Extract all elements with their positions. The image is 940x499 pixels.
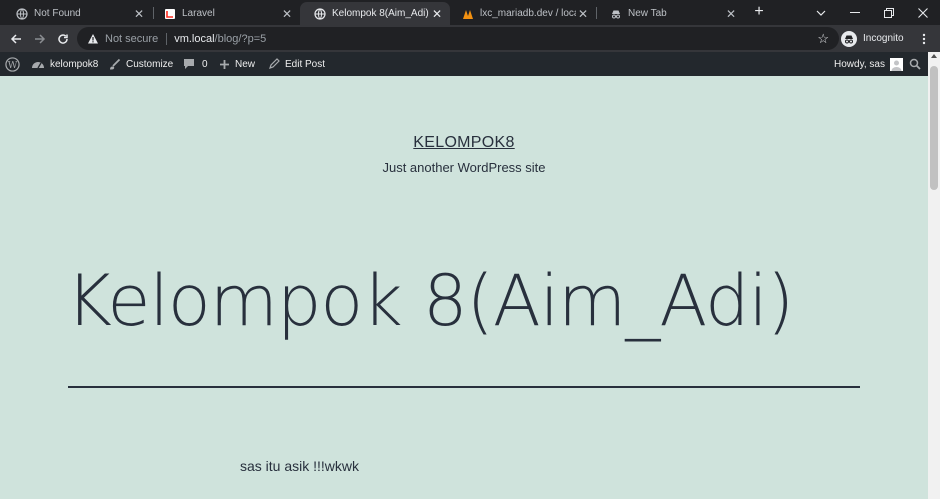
new-label: New — [235, 58, 256, 70]
globe-icon — [16, 7, 28, 20]
brush-icon — [110, 58, 121, 69]
new-tab-button[interactable]: + — [750, 3, 768, 21]
tab-phpmyadmin[interactable]: lxc_mariadb.dev / localho ✕ — [448, 2, 596, 25]
tab-title: Not Found — [34, 8, 81, 19]
address-divider — [166, 32, 168, 45]
svg-text:W: W — [8, 59, 18, 70]
my-account-link[interactable]: Howdy, sas — [834, 52, 903, 76]
howdy-label: Howdy, sas — [834, 58, 885, 70]
menu-icon[interactable] — [913, 28, 935, 50]
address-bar[interactable]: Not secure vm.local/blog/?p=5 ☆ — [77, 27, 839, 50]
forward-icon[interactable] — [29, 28, 51, 50]
page-content: KELOMPOK8 Just another WordPress site Ke… — [0, 76, 928, 499]
plus-icon — [220, 59, 229, 69]
avatar — [889, 57, 903, 71]
tab-title: New Tab — [628, 8, 667, 19]
window-close-icon[interactable] — [906, 0, 940, 25]
site-description: Just another WordPress site — [382, 160, 546, 175]
wp-admin-bar: W kelompok8 Customize 0 New Edit Post Ho… — [0, 52, 928, 76]
close-tab-icon[interactable]: ✕ — [576, 7, 590, 21]
site-title-link[interactable]: KELOMPOK8 — [0, 134, 928, 152]
scroll-up-icon[interactable] — [931, 54, 937, 58]
search-icon[interactable] — [909, 52, 926, 76]
incognito-icon — [610, 8, 622, 20]
tab-kelompok8[interactable]: Kelompok 8(Aim_Adi) – ke ✕ — [300, 2, 450, 25]
close-tab-icon[interactable]: ✕ — [430, 7, 444, 21]
site-name-label: kelompok8 — [50, 58, 99, 70]
not-secure-icon — [87, 33, 99, 45]
tab-title: Kelompok 8(Aim_Adi) – ke — [332, 8, 430, 19]
post-content: sas itu asik !!!wkwk — [240, 458, 360, 474]
close-tab-icon[interactable]: ✕ — [280, 7, 294, 21]
laravel-icon — [164, 8, 176, 20]
bookmark-star-icon[interactable]: ☆ — [817, 31, 829, 47]
security-label: Not secure — [105, 32, 159, 45]
reload-icon[interactable] — [52, 28, 74, 50]
comment-icon — [184, 59, 194, 69]
incognito-label: Incognito — [863, 33, 904, 44]
globe-icon — [314, 7, 326, 20]
phpmyadmin-icon — [462, 8, 474, 20]
tab-title: Laravel — [182, 8, 215, 19]
site-name-link[interactable]: kelompok8 — [31, 52, 98, 76]
dashboard-icon — [32, 62, 44, 69]
incognito-icon — [841, 30, 857, 47]
browser-toolbar: Not secure vm.local/blog/?p=5 ☆ Incognit… — [0, 25, 940, 52]
tab-strip: Not Found ✕ Laravel ✕ Kelompok 8(Aim_Adi… — [0, 0, 940, 25]
post-title: Kelompok 8(Aim_Adi) — [66, 260, 794, 342]
url-path: /blog/?p=5 — [214, 32, 267, 45]
customize-link[interactable]: Customize — [108, 52, 173, 76]
back-icon[interactable] — [5, 28, 27, 50]
tab-title: lxc_mariadb.dev / localho — [480, 8, 576, 19]
pencil-icon — [269, 58, 280, 69]
tab-search-icon[interactable] — [804, 0, 838, 25]
incognito-profile-button[interactable]: Incognito — [841, 28, 904, 49]
page-scrollbar[interactable] — [928, 52, 940, 499]
title-divider — [68, 386, 860, 388]
new-content-link[interactable]: New — [219, 52, 255, 76]
restore-icon[interactable] — [872, 0, 906, 25]
wordpress-logo-icon[interactable]: W — [5, 52, 25, 76]
close-tab-icon[interactable]: ✕ — [132, 7, 146, 21]
scrollbar-thumb[interactable] — [930, 66, 938, 190]
comments-link[interactable]: 0 — [183, 52, 208, 76]
url-host: vm.local — [174, 32, 215, 45]
customize-label: Customize — [126, 58, 174, 70]
tab-new-tab[interactable]: New Tab ✕ — [596, 2, 744, 25]
edit-post-label: Edit Post — [285, 58, 326, 70]
tab-laravel[interactable]: Laravel ✕ — [150, 2, 300, 25]
minimize-icon[interactable] — [838, 0, 872, 25]
edit-post-link[interactable]: Edit Post — [268, 52, 325, 76]
comments-count: 0 — [202, 58, 208, 70]
close-tab-icon[interactable]: ✕ — [724, 7, 738, 21]
tab-not-found[interactable]: Not Found ✕ — [2, 2, 152, 25]
